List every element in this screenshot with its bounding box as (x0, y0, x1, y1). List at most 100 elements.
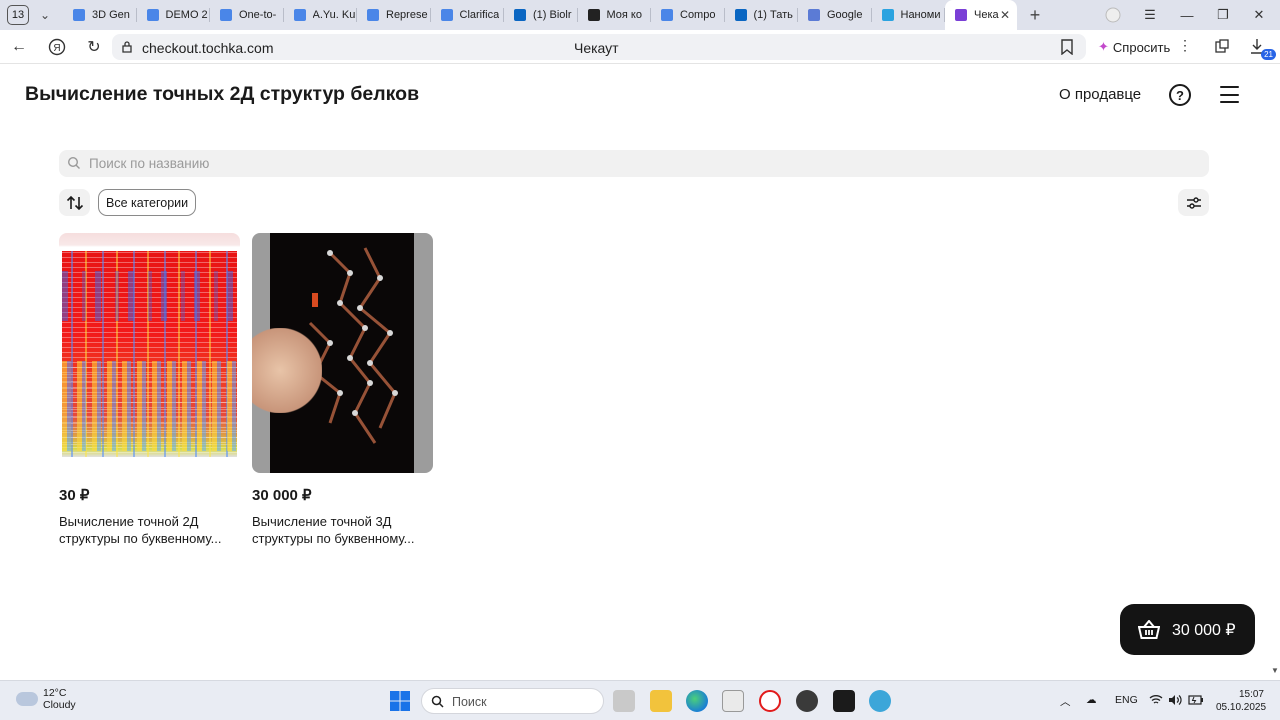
tab-favicon-icon (367, 9, 379, 21)
about-seller-link[interactable]: О продавце (1059, 86, 1141, 103)
tab-favicon-icon (587, 9, 600, 21)
tab-favicon-icon (220, 9, 232, 21)
product-card[interactable]: 30 ₽ Вычисление точной 2Д структуры по б… (59, 233, 240, 547)
category-chip[interactable]: Все категории (98, 189, 197, 216)
hand-image (252, 328, 322, 413)
tab-title: (1) Тать (753, 9, 793, 21)
product-price: 30 ₽ (59, 487, 90, 504)
product-image[interactable] (252, 233, 433, 473)
scrollbar-down-arrow-icon[interactable]: ▼ (1271, 666, 1279, 675)
weather-widget[interactable]: 12°C Cloudy (16, 687, 76, 711)
wifi-icon[interactable] (1149, 694, 1163, 708)
browser-tab[interactable]: One-to- (210, 0, 284, 30)
new-tab-button[interactable]: + (1021, 5, 1049, 26)
product-name[interactable]: Вычисление точной 3Д структуры по буквен… (252, 513, 433, 547)
globe-app-icon[interactable] (869, 690, 891, 712)
tab-favicon-icon (881, 9, 894, 21)
hamburger-menu-icon[interactable] (1220, 86, 1239, 103)
clock[interactable]: 15:07 05.10.2025 (1216, 688, 1266, 714)
close-window-button[interactable]: ✕ (1241, 0, 1277, 30)
tab-favicon-icon (73, 9, 85, 21)
app-h-icon[interactable] (833, 690, 855, 712)
task-view-icon[interactable] (613, 690, 635, 712)
browser-tab[interactable]: Google (798, 0, 872, 30)
sort-arrows-icon (66, 195, 83, 210)
sort-button[interactable] (59, 189, 90, 216)
tab-favicon-icon (440, 9, 453, 21)
browser-tab[interactable]: DEMO 2 (137, 0, 211, 30)
browser-tab[interactable]: Compo (651, 0, 725, 30)
browser-tab[interactable]: (1) Тать (725, 0, 799, 30)
browser-tab[interactable]: Clarifica (431, 0, 505, 30)
cloud-offline-icon[interactable]: ☁ (1086, 694, 1097, 706)
yandex-icon[interactable]: Я (45, 36, 69, 58)
back-button[interactable]: ← (7, 36, 31, 58)
omnibox[interactable]: checkout.tochka.com Чекаут (112, 34, 1086, 60)
tab-favicon-icon (146, 9, 159, 21)
tab-title: Google (827, 9, 863, 21)
extensions-icon[interactable] (1214, 38, 1230, 54)
tab-title: A.Yu. Ku (312, 9, 356, 21)
svg-text:Я: Я (53, 43, 60, 54)
language-indicator[interactable]: ENG (1115, 694, 1138, 706)
tab-title: Наноми (900, 9, 941, 21)
browser-tab[interactable]: A.Yu. Ku (284, 0, 358, 30)
obs-icon[interactable] (796, 690, 818, 712)
shop-title: Вычисление точных 2Д структур белков (25, 83, 420, 105)
more-icon[interactable]: ⋮ (1178, 37, 1192, 54)
edge-icon[interactable] (686, 690, 708, 712)
tab-title: Represe (386, 9, 428, 21)
cart-button[interactable]: 30 000 ₽ (1120, 604, 1255, 655)
browser-tab[interactable]: Наноми (872, 0, 946, 30)
minimize-button[interactable]: — (1169, 0, 1205, 30)
weather-condition: Cloudy (43, 699, 76, 711)
protein-2d-structure-image (62, 251, 237, 457)
browser-tab[interactable]: Моя ко (578, 0, 652, 30)
maximize-button[interactable]: ❐ (1205, 0, 1241, 30)
browser-tab[interactable]: (1) Biolr (504, 0, 578, 30)
product-image[interactable] (59, 233, 240, 473)
sparkle-icon: ✦ (1098, 39, 1109, 54)
battery-icon[interactable] (1188, 694, 1204, 708)
browser-menu-icon[interactable]: ☰ (1132, 0, 1168, 30)
address-bar-row: ← Я ↻ checkout.tochka.com Чекаут ✦ Спрос… (0, 30, 1280, 64)
site-info-icon[interactable] (121, 40, 133, 53)
taskbar-search[interactable]: Поиск (421, 688, 604, 714)
downloads-button[interactable]: 21 (1250, 38, 1276, 60)
search-icon (431, 695, 444, 708)
yandex-browser-icon[interactable] (759, 690, 781, 712)
product-search-input[interactable]: Поиск по названию (59, 150, 1209, 177)
product-card[interactable]: 30 000 ₽ Вычисление точной 3Д структуры … (252, 233, 433, 547)
taskbar: 12°C Cloudy Поиск ︿ ☁ ENG 15:07 05.10.20… (0, 680, 1280, 720)
tray-chevron-icon[interactable]: ︿ (1060, 694, 1071, 709)
volume-icon[interactable] (1168, 694, 1182, 709)
tab-title: Compo (680, 9, 716, 21)
product-name[interactable]: Вычисление точной 2Д структуры по буквен… (59, 513, 240, 547)
tab-counter[interactable]: 13 (7, 5, 29, 25)
tab-favicon-icon (293, 9, 306, 21)
tab-list-chevron-icon[interactable]: ⌄ (33, 8, 57, 22)
browser-tab[interactable]: Represe (357, 0, 431, 30)
reload-button[interactable]: ↻ (82, 36, 106, 58)
help-icon[interactable]: ? (1169, 84, 1191, 106)
product-price: 30 000 ₽ (252, 487, 312, 504)
windows-start-icon[interactable] (389, 690, 411, 712)
tab-title: Моя ко (606, 9, 642, 21)
filter-button[interactable] (1178, 189, 1209, 216)
downloads-badge: 21 (1261, 49, 1276, 60)
browser-tab-strip: 13 ⌄ 3D Gen DEMO 2 One-to- A.Yu. Ku Represe C… (0, 0, 1280, 30)
tab-favicon-icon (734, 9, 747, 21)
browser-tab[interactable]: 3D Gen (63, 0, 137, 30)
tab-active[interactable]: Чека ✕ (945, 0, 1017, 30)
tab-title: Clarifica (459, 9, 500, 21)
url-text[interactable]: checkout.tochka.com (142, 40, 274, 56)
search-icon (67, 156, 80, 169)
profile-icon[interactable] (1095, 0, 1131, 30)
tab-favicon-icon (808, 9, 820, 21)
close-tab-icon[interactable]: ✕ (1000, 8, 1010, 22)
store-icon[interactable] (722, 690, 744, 712)
file-explorer-icon[interactable] (650, 690, 672, 712)
ask-button[interactable]: ✦ Спросить (1092, 36, 1176, 58)
cart-total: 30 000 ₽ (1172, 621, 1236, 639)
bookmark-icon[interactable] (1060, 39, 1074, 55)
